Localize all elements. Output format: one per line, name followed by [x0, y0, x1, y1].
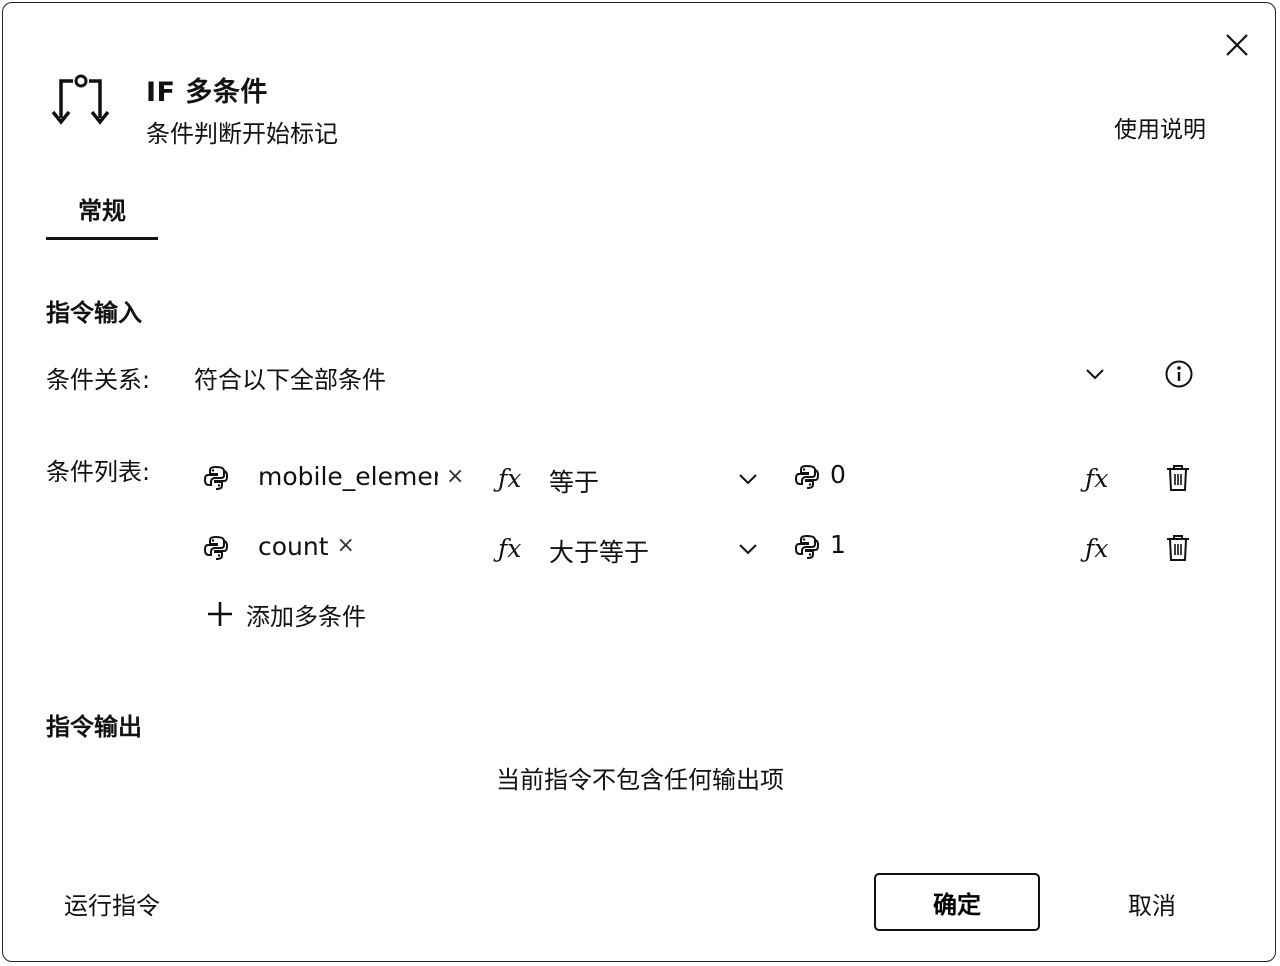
dialog-title: IF 多条件 [146, 77, 268, 108]
tab-general-label: 常规 [78, 197, 126, 225]
close-icon [1226, 34, 1248, 56]
chevron-down-icon [739, 544, 757, 555]
condition-left-value: mobile_elemer [258, 462, 438, 491]
fx-icon[interactable]: ƒx [498, 464, 521, 493]
condition-row: mobile_elemer × ƒx 等于 0 ƒx [190, 452, 1210, 506]
fx-icon[interactable]: ƒx [1085, 464, 1108, 493]
condition-left-operand[interactable]: mobile_elemer [258, 462, 438, 496]
python-icon[interactable] [202, 464, 230, 492]
tab-active-indicator [46, 237, 158, 240]
chevron-down-icon [739, 474, 757, 485]
operator-dropdown[interactable]: 等于 [544, 458, 764, 500]
fx-icon[interactable]: ƒx [498, 534, 521, 563]
python-icon[interactable] [793, 533, 821, 561]
tab-general[interactable]: 常规 [46, 192, 158, 240]
run-command-button[interactable]: 运行指令 [64, 886, 160, 921]
trash-icon[interactable] [1165, 464, 1191, 492]
relation-dropdown[interactable]: 符合以下全部条件 [190, 350, 1120, 398]
input-section-title: 指令输入 [46, 299, 142, 327]
condition-right-value: 0 [830, 460, 846, 489]
dialog-subtitle: 条件判断开始标记 [146, 120, 338, 148]
python-icon[interactable] [202, 534, 230, 562]
condition-right-value: 1 [830, 530, 846, 559]
condition-left-operand[interactable]: count × [258, 532, 355, 566]
cancel-button[interactable]: 取消 [1128, 886, 1176, 921]
add-condition-button[interactable]: 添加多条件 [206, 598, 366, 631]
trash-icon[interactable] [1165, 534, 1191, 562]
relation-value: 符合以下全部条件 [194, 366, 386, 394]
operator-value: 等于 [549, 468, 600, 497]
info-icon[interactable] [1164, 359, 1194, 389]
condition-left-value: count [258, 532, 329, 561]
if-branch-icon [48, 74, 114, 130]
chevron-down-icon [1086, 369, 1104, 380]
operator-value: 大于等于 [549, 538, 650, 567]
condition-row: count × ƒx 大于等于 1 ƒx [190, 522, 1210, 576]
condition-right-operand[interactable]: 0 [830, 460, 1070, 494]
operator-dropdown[interactable]: 大于等于 [544, 528, 764, 570]
condition-right-operand[interactable]: 1 [830, 530, 1070, 564]
close-button[interactable] [1222, 30, 1252, 60]
remove-x-icon[interactable]: × [446, 464, 464, 489]
add-condition-label: 添加多条件 [246, 602, 366, 631]
fx-icon[interactable]: ƒx [1085, 534, 1108, 563]
relation-label: 条件关系: [46, 366, 151, 394]
help-link[interactable]: 使用说明 [1114, 110, 1206, 144]
plus-icon [208, 602, 232, 626]
ok-button[interactable]: 确定 [874, 873, 1040, 931]
output-empty-message: 当前指令不包含任何输出项 [496, 766, 784, 794]
conditions-label: 条件列表: [46, 458, 151, 486]
python-icon[interactable] [793, 463, 821, 491]
output-section-title: 指令输出 [46, 713, 142, 741]
remove-x-icon[interactable]: × [337, 533, 355, 558]
